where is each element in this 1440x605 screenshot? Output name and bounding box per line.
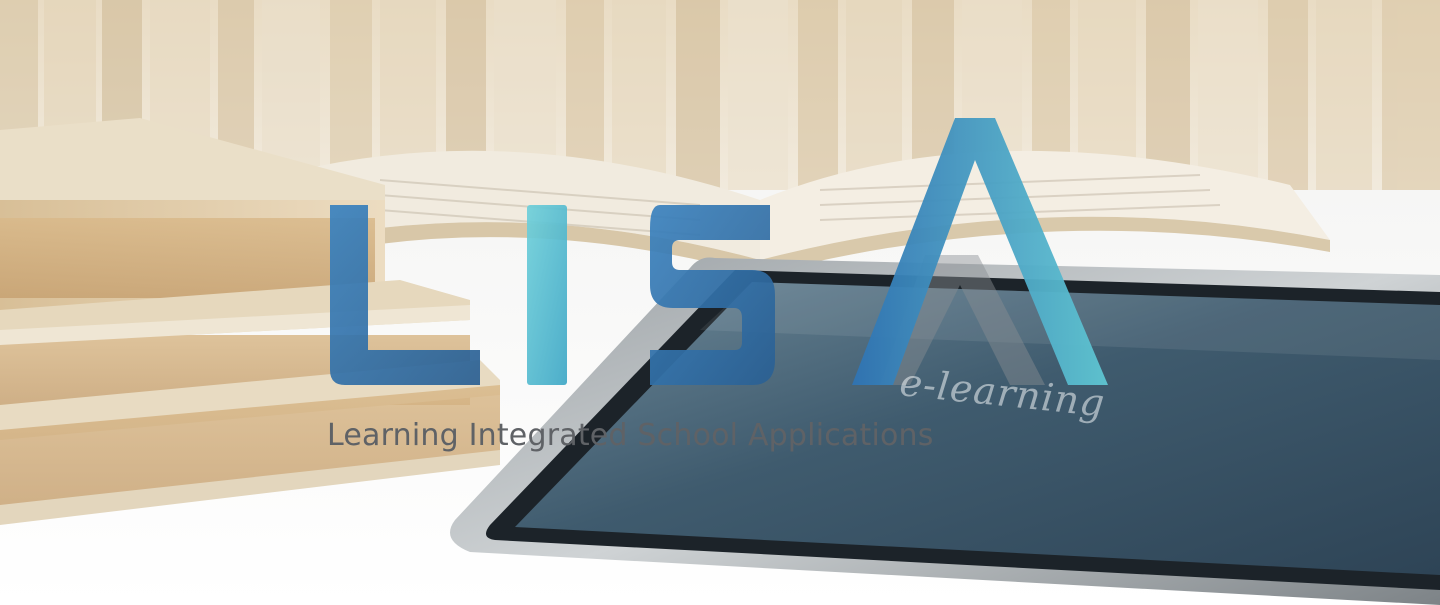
- logo-letter-i: [527, 205, 567, 385]
- hero-scene: [0, 0, 1440, 605]
- logo-tagline: Learning Integrated School Applications: [327, 418, 934, 453]
- hero-banner: e-learning Learning Integrated School Ap…: [0, 0, 1440, 605]
- logo-letter-s: [650, 205, 775, 385]
